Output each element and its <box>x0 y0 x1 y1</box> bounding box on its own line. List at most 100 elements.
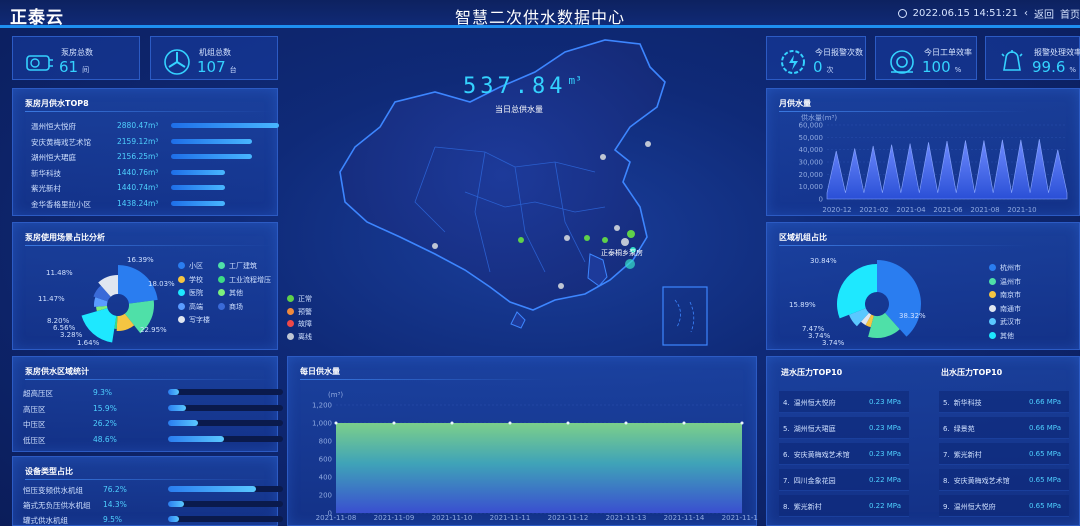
pressure-row[interactable]: 5. 湖州恒大珺庭 0.23 MPa <box>779 417 909 439</box>
unit-stat: 机组总数 107 台 <box>150 36 278 80</box>
pressure-name: 9. 温州恒大悦府 <box>943 502 996 512</box>
legend-item[interactable]: 写字楼 <box>178 315 210 325</box>
x-tick-label: 2021-11-10 <box>432 514 473 522</box>
legend-dot <box>989 318 996 325</box>
legend-item[interactable]: 南京市 <box>989 290 1021 300</box>
total-supply-label: 当日总供水量 <box>495 105 543 114</box>
stat-value: 100% <box>922 58 962 76</box>
zone-fill <box>168 404 186 411</box>
south-sea-inset <box>662 286 708 346</box>
legend-label: 小区 <box>189 262 203 270</box>
legend-item[interactable]: 温州市 <box>989 277 1021 287</box>
data-point[interactable] <box>740 421 744 425</box>
pressure-row[interactable]: 7. 紫光新村 0.65 MPa <box>939 443 1069 465</box>
y-tick-label: 20,000 <box>799 171 824 179</box>
data-point[interactable] <box>450 421 454 425</box>
pressure-name: 4. 温州恒大悦府 <box>783 398 836 408</box>
data-point[interactable] <box>566 421 570 425</box>
pie-label: 16.39% <box>127 256 154 264</box>
equip-fill <box>168 516 179 522</box>
data-point[interactable] <box>508 421 512 425</box>
pressure-site: 紫光新村 <box>793 503 822 511</box>
x-tick-label: 2021-08 <box>970 206 999 214</box>
map-marker-offline[interactable] <box>645 141 651 147</box>
legend-item[interactable]: 医院 <box>178 288 203 298</box>
stat-label: 泵房总数 <box>61 48 93 57</box>
pressure-row[interactable]: 9. 温州恒大悦府 0.65 MPa <box>939 495 1069 517</box>
hainan-island <box>510 311 526 329</box>
data-point[interactable] <box>624 421 628 425</box>
zone-row: 中压区 26.2% <box>23 419 283 429</box>
x-tick-label: 2021-10 <box>1007 206 1036 214</box>
top8-row: 紫光新村 1440.74m³ <box>31 183 281 193</box>
pressure-row[interactable]: 8. 安庆黄梅戏艺术馆 0.65 MPa <box>939 469 1069 491</box>
pie-slice[interactable] <box>837 264 877 319</box>
legend-item[interactable]: 离线 <box>287 332 312 342</box>
legend-item[interactable]: 高端 <box>178 302 203 312</box>
legend-item[interactable]: 工业流程增压 <box>218 275 271 285</box>
map-marker-offline[interactable] <box>600 154 606 160</box>
daily-supply-chart: (m³)1,2001,00080060040020002021-11-08 202… <box>312 391 758 522</box>
pie-slice[interactable] <box>81 308 117 343</box>
pressure-row[interactable]: 7. 四川金象花园 0.22 MPa <box>779 469 909 491</box>
pressure-value: 0.23 MPa <box>868 424 901 432</box>
legend-label: 正常 <box>298 295 312 303</box>
pressure-value: 0.23 MPa <box>868 398 901 406</box>
map-marker-offline[interactable] <box>558 283 564 289</box>
y-tick-label: 1,200 <box>312 402 332 410</box>
map-marker-offline[interactable] <box>621 238 629 246</box>
map-marker-highlight[interactable] <box>625 259 635 269</box>
map-marker-normal[interactable] <box>627 230 635 238</box>
back-arrow-icon[interactable]: ‹ <box>1024 8 1028 19</box>
legend-label: 南通市 <box>1000 304 1021 313</box>
legend-item[interactable]: 小区 <box>178 261 203 271</box>
legend-item[interactable]: 学校 <box>178 275 203 285</box>
pressure-rank: 5. <box>783 425 790 433</box>
pressure-row[interactable]: 5. 新华科技 0.66 MPa <box>939 391 1069 413</box>
pie-label: 8.20% <box>47 317 70 325</box>
legend-item[interactable]: 南通市 <box>989 304 1021 314</box>
pressure-name: 8. 安庆黄梅戏艺术馆 <box>943 476 1010 486</box>
map-marker-normal[interactable] <box>584 235 590 241</box>
top8-value: 1438.24m³ <box>117 198 159 208</box>
zone-name: 超高压区 <box>23 389 53 398</box>
pressure-row[interactable]: 6. 安庆黄梅戏艺术馆 0.23 MPa <box>779 443 909 465</box>
legend-item[interactable]: 正常 <box>287 294 312 304</box>
pressure-row[interactable]: 6. 绿景苑 0.66 MPa <box>939 417 1069 439</box>
legend-item[interactable]: 武汉市 <box>989 317 1021 327</box>
legend-label: 故障 <box>298 320 312 328</box>
legend-item[interactable]: 杭州市 <box>989 263 1021 273</box>
legend-item[interactable]: 商场 <box>218 302 243 312</box>
pressure-row[interactable]: 4. 温州恒大悦府 0.23 MPa <box>779 391 909 413</box>
zone-name: 中压区 <box>23 420 46 429</box>
map-marker-normal[interactable] <box>518 237 524 243</box>
map-marker-normal[interactable] <box>602 237 608 243</box>
back-button[interactable]: 返回 <box>1034 6 1054 21</box>
legend-item[interactable]: 其他 <box>218 288 243 298</box>
zone-row: 低压区 48.6% <box>23 435 283 445</box>
stat-label: 机组总数 <box>199 48 231 57</box>
pressure-row[interactable]: 8. 紫光新村 0.22 MPa <box>779 495 909 517</box>
map-marker-offline[interactable] <box>432 243 438 249</box>
legend-item[interactable]: 故障 <box>287 319 312 329</box>
workorder-icon <box>890 50 914 74</box>
legend-item[interactable]: 其他 <box>989 331 1014 341</box>
map-marker-offline[interactable] <box>614 225 620 231</box>
data-point[interactable] <box>682 421 686 425</box>
zone-value: 9.3% <box>93 388 113 397</box>
alarm-count-stat: 今日报警次数 0次 <box>766 36 866 80</box>
top8-row: 湖州恒大珺庭 2156.25m³ <box>31 152 281 162</box>
legend-label: 写字楼 <box>189 316 210 324</box>
pressure-name: 5. 湖州恒大珺庭 <box>783 424 836 434</box>
x-tick-label: 2021-11-13 <box>606 514 647 522</box>
data-point[interactable] <box>334 421 338 425</box>
header-divider <box>0 25 1080 28</box>
data-point[interactable] <box>392 421 396 425</box>
home-button[interactable]: 首页 <box>1060 6 1080 21</box>
top8-name: 湖州恒大珺庭 <box>31 153 76 162</box>
map-marker-offline[interactable] <box>564 235 570 241</box>
x-tick-label: 2021-11-09 <box>374 514 415 522</box>
legend-item[interactable]: 预警 <box>287 307 312 317</box>
zone-track <box>168 420 283 426</box>
legend-item[interactable]: 工厂建筑 <box>218 261 257 271</box>
